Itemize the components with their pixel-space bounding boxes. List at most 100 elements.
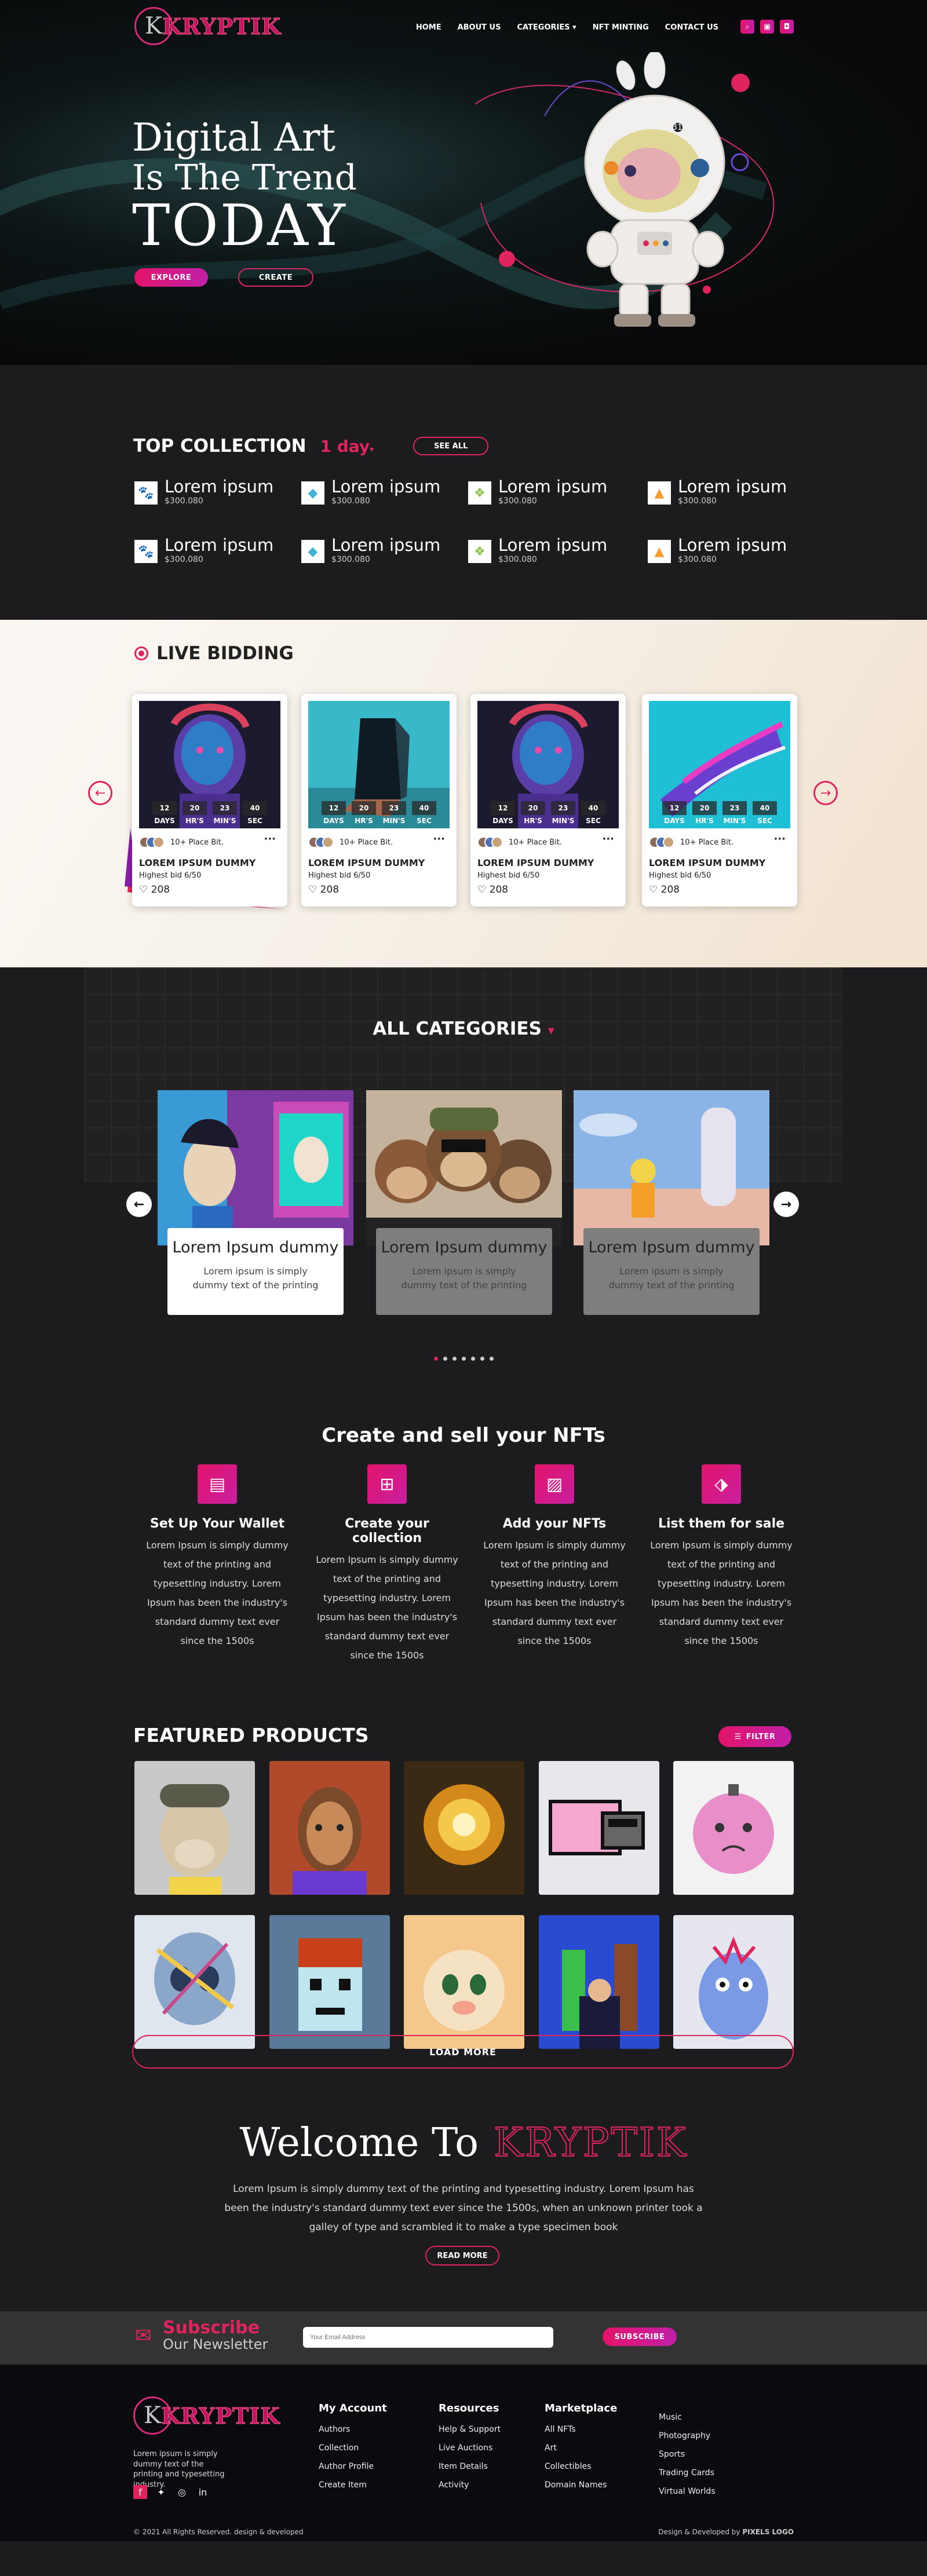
- collection-item[interactable]: ▲ Lorem ipsum $300.080: [648, 477, 787, 506]
- footer-link[interactable]: Item Details: [439, 2462, 501, 2471]
- likes[interactable]: ♡ 208: [308, 884, 339, 896]
- product-card[interactable]: [134, 1915, 255, 2049]
- live-bidding-section: LIVE BIDDING ← → 12 DAYS 20 HR'S 23 MIN'S 40 SE…: [0, 620, 927, 967]
- likes[interactable]: ♡ 208: [477, 884, 508, 896]
- avatar[interactable]: [322, 836, 334, 848]
- likes[interactable]: ♡ 208: [649, 884, 680, 896]
- credit-brand[interactable]: PIXELS LOGO: [742, 2528, 794, 2536]
- create-button[interactable]: CREATE: [238, 268, 313, 287]
- footer-link[interactable]: Collectibles: [545, 2462, 617, 2471]
- collection-item-text: Lorem ipsum $300.080: [165, 477, 273, 506]
- collection-item[interactable]: ◆ Lorem ipsum $300.080: [301, 536, 440, 564]
- bag-icon[interactable]: ◘: [780, 20, 794, 34]
- pagination-dot[interactable]: [489, 1357, 494, 1361]
- footer-link[interactable]: Art: [545, 2443, 617, 2453]
- facebook-icon[interactable]: f: [133, 2485, 147, 2499]
- category-label-box: Lorem Ipsum dummy Lorem ipsum is simply d…: [167, 1228, 344, 1315]
- pagination-dot[interactable]: [461, 1357, 466, 1361]
- category-card[interactable]: Lorem Ipsum dummy Lorem ipsum is simply d…: [574, 1090, 769, 1333]
- category-card[interactable]: Lorem Ipsum dummy Lorem ipsum is simply d…: [158, 1090, 353, 1333]
- footer-link[interactable]: Help & Support: [439, 2425, 501, 2434]
- nav-contact[interactable]: CONTACT US: [665, 23, 718, 32]
- collection-item[interactable]: ▲ Lorem ipsum $300.080: [648, 536, 787, 564]
- footer-link[interactable]: Sports: [659, 2450, 716, 2459]
- bidding-item-name: LOREM IPSUM DUMMY: [649, 857, 766, 868]
- nav-home[interactable]: HOME: [416, 23, 441, 32]
- footer-link[interactable]: Author Profile: [319, 2462, 387, 2471]
- categories-header[interactable]: ALL CATEGORIES ▾: [0, 1018, 927, 1039]
- footer-link[interactable]: Collection: [319, 2443, 387, 2453]
- pagination-dot[interactable]: [480, 1357, 484, 1361]
- category-card[interactable]: Lorem Ipsum dummy Lorem ipsum is simply d…: [366, 1090, 562, 1333]
- avatar[interactable]: [663, 836, 674, 848]
- product-card[interactable]: [269, 1915, 390, 2049]
- nav-categories[interactable]: CATEGORIES ▾: [517, 23, 576, 32]
- linkedin-icon[interactable]: in: [196, 2485, 210, 2499]
- footer-link[interactable]: Live Auctions: [439, 2443, 501, 2453]
- bidding-card[interactable]: 12 DAYS 20 HR'S 23 MIN'S 40 SEC 10+ Place Bit. ··…: [132, 694, 287, 907]
- more-options-icon[interactable]: ···: [433, 833, 445, 845]
- explore-button[interactable]: EXPLORE: [134, 268, 208, 287]
- more-options-icon[interactable]: ···: [264, 833, 276, 845]
- bidding-prev-arrow[interactable]: ←: [88, 781, 112, 805]
- nav-nft-minting[interactable]: NFT MINTING: [593, 23, 649, 32]
- pagination-dot[interactable]: [433, 1357, 438, 1361]
- search-icon[interactable]: ⌕: [740, 20, 754, 34]
- footer-logo[interactable]: K KRYPTIK: [133, 2396, 280, 2435]
- bidding-next-arrow[interactable]: →: [813, 781, 838, 805]
- countdown-unit: 23 MIN'S: [722, 801, 747, 825]
- bidding-card[interactable]: 12 DAYS 20 HR'S 23 MIN'S 40 SEC 10+ Place Bit. ··…: [642, 694, 797, 907]
- category-next-arrow[interactable]: →: [773, 1192, 799, 1217]
- nav-about[interactable]: ABOUT US: [458, 23, 501, 32]
- collection-item[interactable]: ◆ Lorem ipsum $300.080: [301, 477, 440, 506]
- filter-button[interactable]: ☰ FILTER: [718, 1726, 791, 1747]
- period-dropdown[interactable]: 1 day▾: [320, 437, 374, 456]
- product-card[interactable]: [673, 1761, 794, 1895]
- category-title: Lorem Ipsum dummy: [172, 1238, 339, 1256]
- pagination-dot[interactable]: [452, 1357, 457, 1361]
- twitter-icon[interactable]: ✦: [154, 2485, 168, 2499]
- subscribe-button[interactable]: SUBSCRIBE: [603, 2327, 677, 2346]
- bidding-card[interactable]: 12 DAYS 20 HR'S 23 MIN'S 40 SEC 10+ Place Bit. ··…: [301, 694, 457, 907]
- footer-link[interactable]: Create Item: [319, 2480, 387, 2490]
- collection-item[interactable]: 🐾 Lorem ipsum $300.080: [134, 477, 273, 506]
- load-more-button[interactable]: LOAD MORE: [132, 2035, 794, 2069]
- footer-link[interactable]: Domain Names: [545, 2480, 617, 2490]
- product-card[interactable]: [269, 1761, 390, 1895]
- avatar[interactable]: [153, 836, 165, 848]
- collection-item[interactable]: ❖ Lorem ipsum $300.080: [468, 536, 607, 564]
- footer-link[interactable]: All NFTs: [545, 2425, 617, 2434]
- product-card[interactable]: [134, 1761, 255, 1895]
- footer-link[interactable]: Music: [659, 2413, 716, 2422]
- see-all-button[interactable]: SEE ALL: [413, 437, 489, 455]
- footer-link[interactable]: Trading Cards: [659, 2468, 716, 2478]
- bidding-card[interactable]: 12 DAYS 20 HR'S 23 MIN'S 40 SEC 10+ Place Bit. ··…: [470, 694, 626, 907]
- newsletter-email-input[interactable]: [303, 2327, 553, 2348]
- likes[interactable]: ♡ 208: [139, 884, 170, 896]
- wallet-icon[interactable]: ▣: [760, 20, 774, 34]
- footer-link[interactable]: Activity: [439, 2480, 501, 2490]
- avatar[interactable]: [491, 836, 503, 848]
- pagination-dot[interactable]: [443, 1357, 447, 1361]
- credit-prefix: Design & Developed by: [658, 2528, 740, 2536]
- collection-item[interactable]: ❖ Lorem ipsum $300.080: [468, 477, 607, 506]
- read-more-button[interactable]: READ MORE: [425, 2246, 499, 2266]
- pagination-dot[interactable]: [470, 1357, 475, 1361]
- instagram-icon[interactable]: ◎: [175, 2485, 189, 2499]
- category-prev-arrow[interactable]: ←: [126, 1192, 152, 1217]
- footer-link[interactable]: Virtual Worlds: [659, 2487, 716, 2496]
- collection-item[interactable]: 🐾 Lorem ipsum $300.080: [134, 536, 273, 564]
- product-card[interactable]: [539, 1915, 659, 2049]
- product-card[interactable]: [539, 1761, 659, 1895]
- product-card[interactable]: [673, 1915, 794, 2049]
- footer-link[interactable]: Photography: [659, 2431, 716, 2440]
- more-options-icon[interactable]: ···: [602, 833, 614, 845]
- header-logo[interactable]: K KRYPTIK: [134, 7, 281, 45]
- heart-icon: ♡: [477, 884, 490, 896]
- more-options-icon[interactable]: ···: [773, 833, 786, 845]
- newsletter-title: Subscribe: [163, 2318, 260, 2338]
- product-card[interactable]: [404, 1761, 524, 1895]
- countdown-value: 23: [722, 801, 747, 815]
- product-card[interactable]: [404, 1915, 524, 2049]
- footer-link[interactable]: Authors: [319, 2425, 387, 2434]
